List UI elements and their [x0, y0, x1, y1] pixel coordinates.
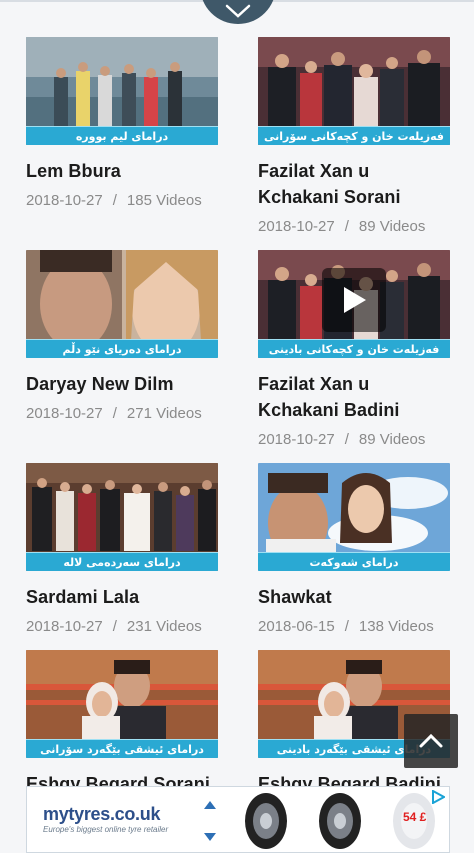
video-count: 185 Videos — [126, 192, 202, 209]
meta-separator: / — [344, 431, 349, 448]
video-date: 2018-10-27 — [26, 192, 103, 209]
video-count: 271 Videos — [126, 405, 202, 422]
video-date: 2018-10-27 — [26, 618, 103, 635]
video-date: 2018-06-15 — [258, 618, 335, 635]
video-title[interactable]: Fazilat Xan u Kchakani Badini — [258, 371, 450, 423]
video-date: 2018-10-27 — [258, 218, 335, 235]
video-card[interactable]: درامای شەوکەت Shawkat 2018-06-15 / 138 Vid… — [258, 463, 450, 635]
video-count: 89 Videos — [358, 218, 426, 235]
video-meta: 2018-06-15 / 138 Videos — [258, 618, 450, 635]
thumbnail-caption: درامای سەردەمی لالە — [26, 552, 218, 571]
video-date: 2018-10-27 — [258, 431, 335, 448]
video-meta: 2018-10-27 / 89 Videos — [258, 218, 450, 235]
video-meta: 2018-10-27 / 271 Videos — [26, 405, 218, 422]
video-meta: 2018-10-27 / 231 Videos — [26, 618, 218, 635]
ad-banner[interactable]: mytyres.co.uk Europe's biggest online ty… — [26, 786, 450, 853]
meta-separator: / — [112, 405, 117, 422]
video-card[interactable]: درامای ئیشقی بێگەرد سۆرانی Eshqy Begard … — [26, 650, 218, 797]
meta-separator: / — [344, 618, 349, 635]
video-title[interactable]: Sardami Lala — [26, 584, 218, 610]
scroll-to-top-button[interactable] — [404, 714, 458, 768]
video-meta: 2018-10-27 / 89 Videos — [258, 431, 450, 448]
video-thumbnail[interactable]: درامای دەریای نێو دڵم — [26, 250, 218, 358]
video-title[interactable]: Shawkat — [258, 584, 450, 610]
ad-price: 54 £ — [403, 810, 427, 824]
video-thumbnail[interactable]: درامای شەوکەت — [258, 463, 450, 571]
ad-brand-logo: mytyres.co.uk — [43, 804, 161, 824]
ad-carousel-arrows-icon[interactable] — [203, 799, 217, 843]
ad-choices-icon[interactable] — [431, 790, 445, 804]
video-card[interactable]: درامای دەریای نێو دڵم Daryay New Dilm 20… — [26, 250, 218, 422]
video-card[interactable]: درامای سەردەمی لالە Sardami Lala 2018-10… — [26, 463, 218, 635]
thumbnail-caption: درامای دەریای نێو دڵم — [26, 339, 218, 358]
thumbnail-caption: فەزیلەت خان و کچەکانی بادینی — [258, 339, 450, 358]
video-thumbnail[interactable]: درامای لیم بوورە — [26, 37, 218, 145]
play-icon — [344, 287, 366, 313]
video-count: 231 Videos — [126, 618, 202, 635]
video-card[interactable]: درامای لیم بوورە Lem Bbura 2018-10-27 / 18… — [26, 37, 218, 209]
chevron-up-icon — [419, 733, 443, 748]
video-title[interactable]: Daryay New Dilm — [26, 371, 218, 397]
meta-separator: / — [112, 618, 117, 635]
thumbnail-caption: درامای ئیشقی بێگەرد سۆرانی — [26, 739, 218, 758]
meta-separator: / — [344, 218, 349, 235]
chevron-down-icon — [225, 4, 251, 18]
thumbnail-caption: درامای لیم بوورە — [26, 126, 218, 145]
video-title[interactable]: Lem Bbura — [26, 158, 218, 184]
video-card[interactable]: فەزیلەت خان و کچەکانی سۆرانی Fazilat Xan… — [258, 37, 450, 235]
video-thumbnail[interactable]: فەزیلەت خان و کچەکانی بادینی — [258, 250, 450, 358]
ad-tagline: Europe's biggest online tyre retailer — [43, 825, 169, 834]
play-button[interactable] — [322, 268, 386, 332]
tyre-image — [319, 793, 361, 849]
video-count: 89 Videos — [358, 431, 426, 448]
thumbnail-caption: درامای شەوکەت — [258, 552, 450, 571]
video-date: 2018-10-27 — [26, 405, 103, 422]
meta-separator: / — [112, 192, 117, 209]
video-thumbnail[interactable]: درامای سەردەمی لالە — [26, 463, 218, 571]
tyre-image — [245, 793, 287, 849]
collapse-tab[interactable] — [200, 0, 276, 24]
video-thumbnail[interactable]: درامای ئیشقی بێگەرد سۆرانی — [26, 650, 218, 758]
video-meta: 2018-10-27 / 185 Videos — [26, 192, 218, 209]
video-title[interactable]: Fazilat Xan u Kchakani Sorani — [258, 158, 450, 210]
video-thumbnail[interactable]: فەزیلەت خان و کچەکانی سۆرانی — [258, 37, 450, 145]
video-card[interactable]: فەزیلەت خان و کچەکانی بادینی Fazilat Xan… — [258, 250, 450, 448]
thumbnail-caption: فەزیلەت خان و کچەکانی سۆرانی — [258, 126, 450, 145]
video-count: 138 Videos — [358, 618, 434, 635]
